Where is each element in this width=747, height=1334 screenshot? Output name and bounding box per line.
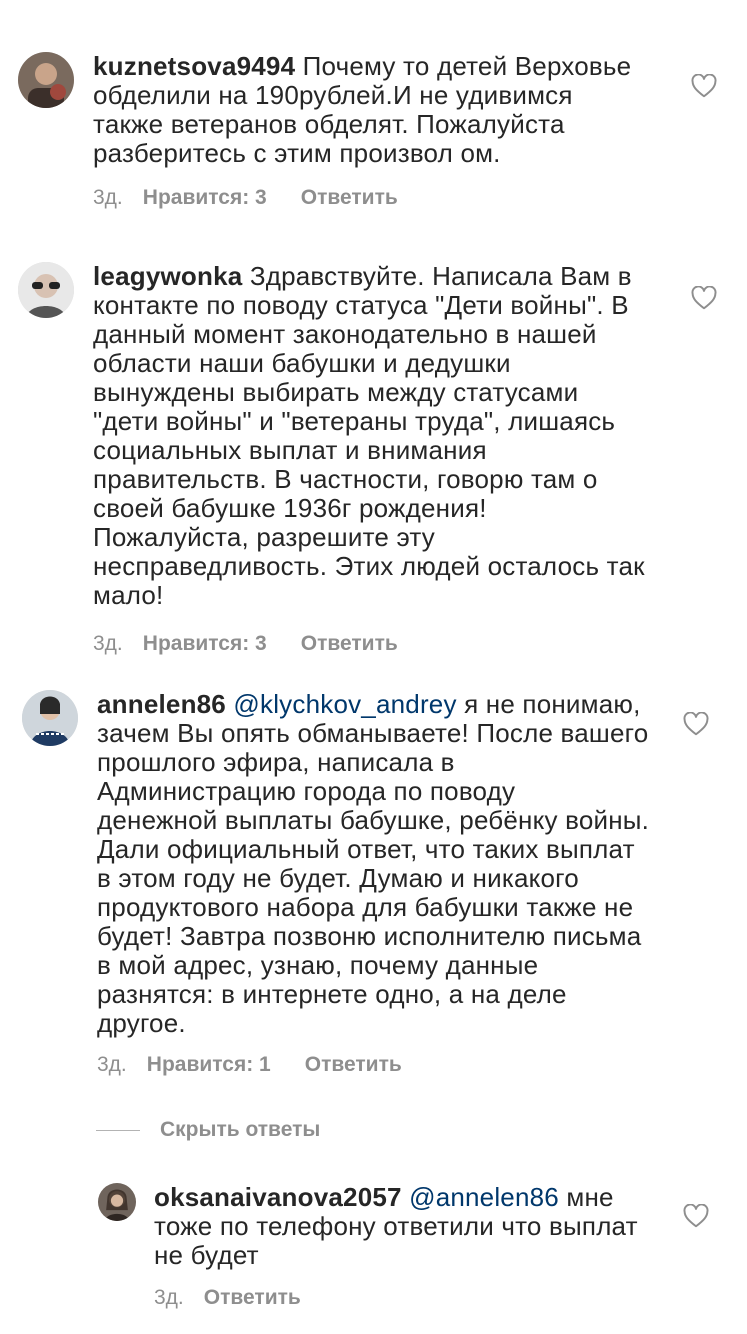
hide-replies-label: Скрыть ответы	[160, 1118, 321, 1141]
comment-likes[interactable]: Нравится: 3	[143, 186, 267, 210]
comment-body: Здравствуйте. Написала Вам в контакте по…	[93, 261, 645, 610]
comment-time[interactable]: 3д.	[93, 186, 123, 210]
reply-button[interactable]: Ответить	[301, 186, 398, 210]
comment-meta: 3д. Ответить	[154, 1286, 301, 1310]
avatar[interactable]	[98, 1183, 136, 1221]
comment-time[interactable]: 3д.	[93, 632, 123, 656]
comment-likes[interactable]: Нравится: 3	[143, 632, 267, 656]
divider	[96, 1129, 140, 1131]
reply-button[interactable]: Ответить	[204, 1286, 301, 1310]
comment-text: annelen86 @klychkov_andrey я не понимаю,…	[97, 690, 707, 1038]
avatar[interactable]	[22, 690, 78, 746]
mention-link[interactable]: @klychkov_andrey	[226, 689, 457, 719]
hide-replies-button[interactable]: Скрыть ответы	[96, 1118, 320, 1142]
comment-likes[interactable]: Нравится: 1	[147, 1053, 271, 1077]
comment-meta: 3д. Нравится: 3 Ответить	[93, 186, 398, 210]
comment-text: leagywonka Здравствуйте. Написала Вам в …	[93, 262, 703, 610]
comment-time[interactable]: 3д.	[97, 1053, 127, 1077]
comment-body: я не понимаю, зачем Вы опять обманываете…	[97, 689, 650, 1038]
reply-button[interactable]: Ответить	[301, 632, 398, 656]
comment-meta: 3д. Нравится: 1 Ответить	[97, 1053, 402, 1077]
comment-username[interactable]: kuznetsova9494	[93, 51, 295, 81]
comment-username[interactable]: oksanaivanova2057	[154, 1182, 402, 1212]
comment-meta: 3д. Нравится: 3 Ответить	[93, 632, 398, 656]
comment-username[interactable]: annelen86	[97, 689, 226, 719]
comment-text: oksanaivanova2057 @annelen86 мне тоже по…	[154, 1183, 674, 1270]
avatar[interactable]	[18, 262, 74, 318]
reply-button[interactable]: Ответить	[305, 1053, 402, 1077]
heart-outline-icon[interactable]	[683, 1204, 709, 1228]
mention-link[interactable]: @annelen86	[402, 1182, 559, 1212]
heart-outline-icon[interactable]	[691, 74, 717, 98]
avatar[interactable]	[18, 52, 74, 108]
heart-outline-icon[interactable]	[683, 712, 709, 736]
comment-time[interactable]: 3д.	[154, 1286, 184, 1310]
comment-text: kuznetsova9494 Почему то детей Верховье …	[93, 52, 693, 168]
heart-outline-icon[interactable]	[691, 286, 717, 310]
comment-username[interactable]: leagywonka	[93, 261, 242, 291]
